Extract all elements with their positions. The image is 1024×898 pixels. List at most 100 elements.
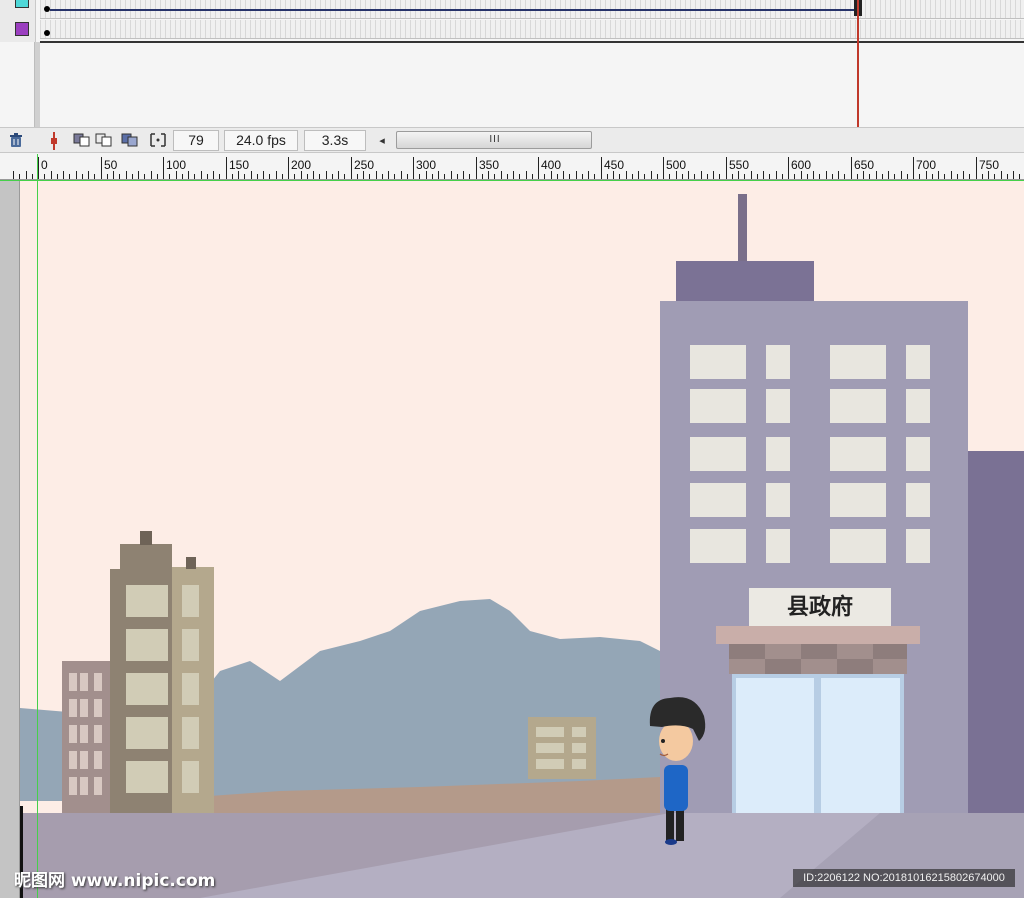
ruler-tick (801, 171, 802, 179)
ruler-tick (57, 174, 58, 179)
ruler-label: 200 (291, 158, 312, 172)
ruler-label: 400 (541, 158, 562, 172)
frame-row[interactable] (40, 20, 1024, 39)
ruler-tick (151, 171, 152, 179)
timeline-status-bar: 79 24.0 fps 3.3s ◂ III (0, 127, 1024, 153)
scroll-left-arrow-icon[interactable]: ◂ (374, 132, 390, 150)
frame-rate-field[interactable]: 24.0 fps (224, 130, 298, 151)
ruler-tick (232, 174, 233, 179)
ruler-tick (69, 174, 70, 179)
playhead[interactable] (857, 0, 859, 128)
ruler-label: 50 (104, 158, 118, 172)
ruler-tick (751, 171, 752, 179)
onion-skin-outlines-icon[interactable] (94, 132, 114, 150)
onion-skin-icon[interactable] (72, 132, 92, 150)
ruler-tick (82, 174, 83, 179)
rooftop (676, 261, 814, 303)
ruler-tick (938, 171, 939, 179)
ruler-tick (369, 174, 370, 179)
ruler-tick (1013, 171, 1014, 179)
ruler-tick (663, 157, 664, 179)
current-frame-field[interactable]: 79 (173, 130, 219, 151)
ruler-tick (32, 174, 33, 179)
ruler-tick (994, 174, 995, 179)
ruler-tick (757, 174, 758, 179)
ruler-tick (38, 157, 39, 179)
ruler-tick (376, 171, 377, 179)
ruler-tick (213, 171, 214, 179)
ruler-tick (701, 171, 702, 179)
ruler-tick (651, 171, 652, 179)
ruler-tick (451, 171, 452, 179)
ruler-tick (601, 157, 602, 179)
ruler-tick (132, 174, 133, 179)
ruler-tick (382, 174, 383, 179)
ruler-tick (469, 174, 470, 179)
ruler-tick (551, 171, 552, 179)
motion-tween (50, 9, 860, 11)
keyframe-marker[interactable] (44, 30, 50, 36)
ruler-tick (113, 171, 114, 179)
ruler-tick (201, 171, 202, 179)
frame-grid[interactable] (40, 0, 1024, 42)
trash-icon[interactable] (6, 132, 26, 150)
ruler-label: 500 (666, 158, 687, 172)
ruler-tick (269, 174, 270, 179)
center-frame-icon[interactable] (44, 132, 64, 150)
stage-canvas[interactable]: 县政府 (20, 181, 1024, 898)
ruler-tick (444, 174, 445, 179)
modify-onion-markers-icon[interactable] (148, 132, 168, 150)
ruler-tick (507, 174, 508, 179)
edit-multiple-frames-icon[interactable] (120, 132, 140, 150)
ruler-tick (851, 157, 852, 179)
ruler-tick (719, 174, 720, 179)
ruler-tick (26, 171, 27, 179)
frame-row[interactable] (40, 0, 1024, 19)
ruler-label: 100 (166, 158, 187, 172)
scrollbar-grip[interactable]: III (397, 132, 593, 148)
ruler-tick (176, 171, 177, 179)
ruler-tick (1007, 174, 1008, 179)
ruler-tick (963, 171, 964, 179)
ruler-tick (44, 174, 45, 179)
ruler-tick (676, 171, 677, 179)
ruler-label: 0 (41, 158, 48, 172)
ruler-tick (157, 174, 158, 179)
ruler-label: 550 (729, 158, 750, 172)
ruler-tick (569, 174, 570, 179)
ruler-tick (657, 174, 658, 179)
building-tall-windows (126, 585, 199, 793)
ruler-tick (463, 171, 464, 179)
ruler-tick (857, 174, 858, 179)
ruler-tick (732, 174, 733, 179)
ruler-tick (688, 171, 689, 179)
ruler-tick (632, 174, 633, 179)
ruler-tick (251, 171, 252, 179)
layer-color-swatch[interactable] (15, 22, 29, 36)
ruler-tick (482, 174, 483, 179)
ruler-tick (194, 174, 195, 179)
timeline-divider (40, 41, 1024, 43)
ruler-tick (19, 174, 20, 179)
ruler-tick (976, 157, 977, 179)
ruler-tick (576, 171, 577, 179)
ruler-tick (738, 171, 739, 179)
ruler-tick (869, 174, 870, 179)
ruler-tick (713, 171, 714, 179)
layer-color-swatch[interactable] (15, 0, 29, 8)
ruler-tick (957, 174, 958, 179)
ruler-tick (288, 157, 289, 179)
watermark-site: 昵图网 www.nipic.com (14, 871, 216, 891)
antenna (738, 194, 747, 264)
ruler-tick (969, 174, 970, 179)
ruler-tick (951, 171, 952, 179)
timeline-scrollbar[interactable]: III (396, 131, 592, 149)
ruler-tick (894, 174, 895, 179)
ruler-tick (588, 171, 589, 179)
ruler-tick (844, 174, 845, 179)
vertical-ruler (0, 181, 20, 898)
guide-line-vertical[interactable] (37, 154, 38, 898)
ruler-tick (413, 157, 414, 179)
ruler-tick (426, 171, 427, 179)
ruler-tick (163, 157, 164, 179)
